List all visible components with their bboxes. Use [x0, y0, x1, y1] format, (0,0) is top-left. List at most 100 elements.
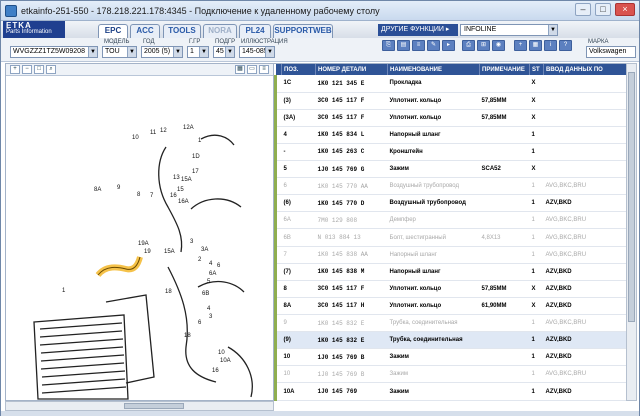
- tab-epc[interactable]: EPC: [98, 24, 128, 39]
- table-row[interactable]: 10 1J0 145 769 B Зажим 1 AVG,BKC,BRU: [274, 365, 626, 384]
- table-row[interactable]: (3A) 3C0 145 117 F Уплотнит. кольцо 57,85MM…: [274, 109, 626, 127]
- callout-label[interactable]: 17: [192, 169, 199, 175]
- tab-supportweb[interactable]: SUPPORTWEB: [273, 24, 333, 38]
- grid-view-icon[interactable]: ▦: [235, 65, 245, 74]
- zoom-out-icon[interactable]: −: [22, 65, 32, 74]
- table-row[interactable]: (9) 1K0 145 832 E Трубка, соединительная 1 A…: [274, 331, 626, 350]
- illustration-panel[interactable]: + − □ ⌕ ▦ ▭ ≡ 11 12 12A 10 1 1D 17 13 15…: [5, 63, 274, 401]
- tab-acc[interactable]: ACC: [130, 24, 160, 38]
- horizontal-scrollbar[interactable]: [5, 401, 274, 411]
- table-row[interactable]: 10A 1J0 145 769 Зажим 1 AZV,BKD: [274, 382, 626, 401]
- callout-label[interactable]: 15: [177, 187, 184, 193]
- table-row[interactable]: 9 1K0 145 832 E Трубка, соединительная 1 AVG…: [274, 314, 626, 333]
- table-row[interactable]: 7 1K0 145 838 AA Напорный шланг 1 AVG,BKC,BR…: [274, 246, 626, 264]
- callout-label[interactable]: 9: [117, 185, 121, 191]
- callout-label[interactable]: 19: [144, 249, 151, 255]
- callout-label[interactable]: 15A: [164, 249, 175, 255]
- callout-label[interactable]: 3: [209, 314, 213, 320]
- col-st[interactable]: ST: [529, 64, 544, 75]
- illustration-select[interactable]: 145-085 ▼: [239, 46, 275, 58]
- callout-label[interactable]: 1: [62, 288, 66, 294]
- brand-select[interactable]: Volkswagen: [586, 46, 636, 58]
- callout-label[interactable]: 11: [150, 130, 157, 136]
- callout-label[interactable]: 10A: [220, 358, 231, 364]
- callout-label[interactable]: 19A: [138, 241, 149, 247]
- note-icon[interactable]: ✎: [427, 40, 440, 51]
- callout-label[interactable]: 12A: [183, 125, 194, 131]
- callout-label[interactable]: 12: [160, 128, 167, 134]
- minimize-button[interactable]: –: [575, 3, 591, 16]
- table-row[interactable]: 6B N 013 884 13 Болт, шестигранный 4,8X13 1 A…: [274, 228, 626, 247]
- scroll-thumb[interactable]: [628, 72, 635, 322]
- main-group-select[interactable]: 1 ▼: [187, 46, 209, 58]
- grid-icon[interactable]: ▦: [529, 40, 542, 51]
- table-row[interactable]: 10A1J0 145 769Зажим 1AVG,BKC,BRU: [274, 400, 626, 401]
- table-row[interactable]: 5 1J0 145 769 G Зажим SCA52 X: [274, 160, 626, 179]
- callout-label[interactable]: 10: [132, 135, 139, 141]
- callout-label[interactable]: 3A: [201, 247, 208, 253]
- col-name[interactable]: НАИМЕНОВАНИЕ: [387, 64, 480, 75]
- model-select[interactable]: TOU ▼: [102, 46, 137, 58]
- table-row[interactable]: (6) 1K0 145 770 D Воздушный трубопровод 1 AZ…: [274, 194, 626, 213]
- callout-label[interactable]: 15A: [181, 177, 192, 183]
- callout-label[interactable]: 10: [218, 350, 225, 356]
- table-row[interactable]: 4 1K0 145 834 L Напорный шланг 1: [274, 126, 626, 144]
- callout-label[interactable]: 6B: [202, 291, 209, 297]
- table-row[interactable]: 8 3C0 145 117 F Уплотнит. кольцо 57,85MM X AZ…: [274, 280, 626, 298]
- callout-label[interactable]: 13: [173, 175, 180, 181]
- callout-label[interactable]: 2: [198, 257, 202, 263]
- fit-icon[interactable]: □: [34, 65, 44, 74]
- search-icon[interactable]: ⌕: [46, 65, 56, 74]
- callout-label[interactable]: 1D: [192, 154, 200, 160]
- info-icon[interactable]: i: [544, 40, 557, 51]
- tab-pl24[interactable]: PL24: [239, 24, 271, 38]
- close-button[interactable]: ×: [615, 3, 635, 16]
- parts-diagram[interactable]: 11 12 12A10 11D1713 15A151616A8A 98 719A19 15A3…: [6, 77, 273, 400]
- print-icon[interactable]: ⎙: [462, 40, 475, 51]
- table-row[interactable]: 6 1K0 145 770 AA Воздушный трубопровод 1 AVG…: [274, 177, 626, 196]
- callout-label[interactable]: 4: [207, 306, 211, 312]
- hotspot-icon[interactable]: ▭: [247, 65, 257, 74]
- next-icon[interactable]: ▸: [442, 40, 455, 51]
- title-bar[interactable]: etkainfo-251-550 - 178.218.221.178:4345 …: [1, 1, 639, 21]
- callout-label[interactable]: 16: [212, 368, 219, 374]
- callout-label[interactable]: 6A: [209, 271, 216, 277]
- callout-label[interactable]: 6: [217, 263, 221, 269]
- table-row[interactable]: 6A 7M0 129 808 Демпфер 1 AVG,BKC,BRU: [274, 211, 626, 230]
- col-data[interactable]: ВВОД ДАННЫХ ПО: [543, 64, 626, 75]
- list-icon[interactable]: ≡: [412, 40, 425, 51]
- col-note[interactable]: ПРИМЕЧАНИЕ: [479, 64, 530, 75]
- callout-label[interactable]: 18: [165, 289, 172, 295]
- table-row[interactable]: (7) 1K0 145 838 M Напорный шланг 1 AZV,BKD: [274, 263, 626, 281]
- callout-label[interactable]: 6: [198, 320, 202, 326]
- cart-icon[interactable]: ⊞: [477, 40, 490, 51]
- help-icon[interactable]: ?: [559, 40, 572, 51]
- tab-tools[interactable]: TOOLS: [163, 24, 201, 38]
- table-row[interactable]: 8A 3C0 145 117 H Уплотнит. кольцо 61,90MM X A…: [274, 297, 626, 316]
- callout-label[interactable]: 3: [190, 239, 194, 245]
- zoom-in-icon[interactable]: +: [10, 65, 20, 74]
- col-part-number[interactable]: НОМЕР ДЕТАЛИ: [315, 64, 388, 75]
- camera-icon[interactable]: ◉: [492, 40, 505, 51]
- callout-label[interactable]: 16A: [178, 199, 189, 205]
- callout-label[interactable]: 18: [184, 333, 191, 339]
- year-select[interactable]: 2005 (5) ▼: [141, 46, 183, 58]
- maximize-button[interactable]: □: [595, 3, 611, 16]
- callout-label[interactable]: 7: [150, 193, 154, 199]
- cart-add-icon[interactable]: +: [514, 40, 527, 51]
- vin-field[interactable]: WVGZZZ1TZ5W09208 ▼: [10, 46, 98, 58]
- scroll-thumb[interactable]: [124, 403, 184, 409]
- paste-icon[interactable]: ▤: [397, 40, 410, 51]
- vertical-scrollbar[interactable]: [626, 63, 637, 401]
- callout-label[interactable]: 16: [170, 193, 177, 199]
- callout-label[interactable]: 8A: [94, 187, 101, 193]
- col-position[interactable]: ПОЗ.: [281, 64, 316, 75]
- tab-nora[interactable]: NORA: [203, 24, 237, 38]
- copy-icon[interactable]: ⎘: [382, 40, 395, 51]
- callout-label[interactable]: 4: [209, 261, 213, 267]
- callout-label[interactable]: 8: [137, 192, 141, 198]
- table-row[interactable]: (3) 3C0 145 117 F Уплотнит. кольцо 57,85MM X: [274, 92, 626, 110]
- subgroup-select[interactable]: 45 ▼: [213, 46, 235, 58]
- list-view-icon[interactable]: ≡: [259, 65, 269, 74]
- table-row[interactable]: -1K0 145 263 C Кронштейн 1: [274, 143, 626, 162]
